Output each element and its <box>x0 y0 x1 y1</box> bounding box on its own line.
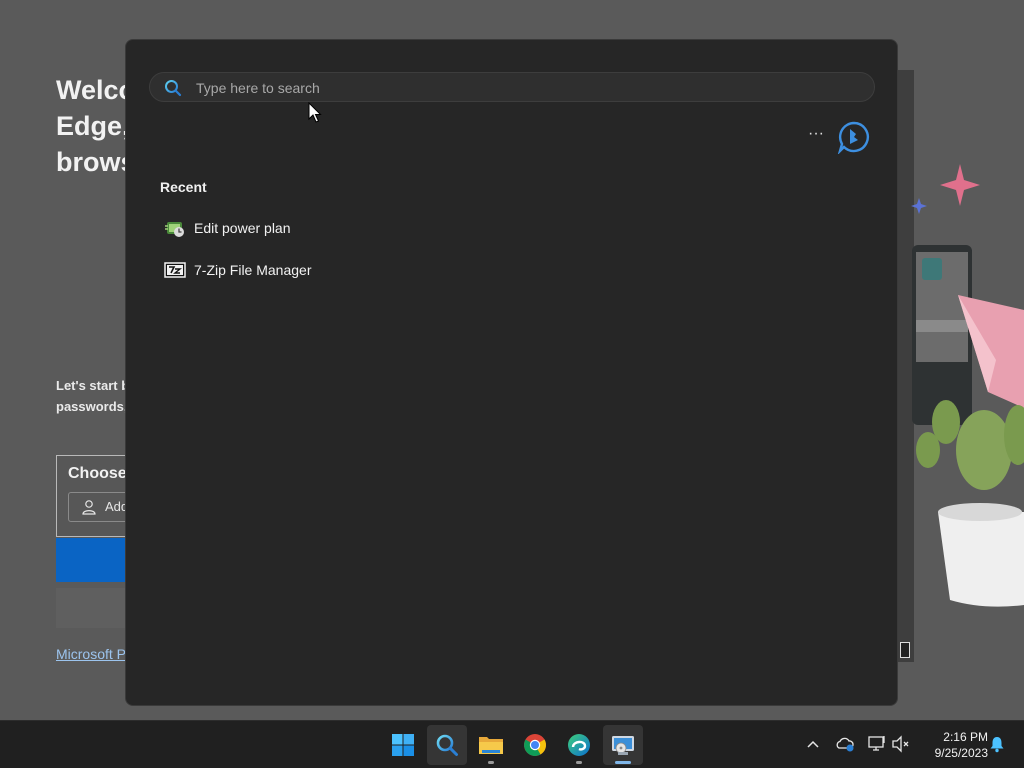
search-input[interactable] <box>194 73 858 103</box>
notifications-button[interactable] <box>985 731 1009 757</box>
running-indicator <box>488 761 494 764</box>
start-button[interactable] <box>383 725 423 765</box>
welcome-illustration <box>911 164 1024 607</box>
active-indicator <box>615 761 631 764</box>
volume-muted-icon <box>892 735 909 753</box>
welcome-heading: Welcome to Microsoft Edge, browser <box>56 72 126 180</box>
folder-icon <box>479 737 503 754</box>
recent-list: Edit power plan 7-Zip File Manager <box>160 207 460 291</box>
clock-date: 9/25/2023 <box>934 746 988 760</box>
privacy-link[interactable]: Microsoft Privacy <box>56 646 126 662</box>
power-plan-icon <box>164 217 186 239</box>
search-icon <box>436 734 458 756</box>
description-line-2: passwords, <box>56 399 126 414</box>
welcome-description: Let's start by passwords, <box>56 375 126 417</box>
recent-item-7zip[interactable]: 7-Zip File Manager <box>160 249 460 291</box>
show-hidden-icons-button[interactable] <box>801 731 825 757</box>
search-icon <box>165 80 182 97</box>
bing-chat-button[interactable] <box>837 120 871 156</box>
recent-item-label: 7-Zip File Manager <box>194 262 312 278</box>
chevron-up-icon <box>807 740 819 748</box>
chrome-icon <box>524 734 546 756</box>
mouse-cursor-icon <box>308 102 322 123</box>
primary-button[interactable] <box>56 538 126 582</box>
welcome-line-1: Welcome to Microsoft <box>56 75 126 105</box>
taskbar-clock[interactable]: 2:16 PM 9/25/2023 <box>916 729 988 761</box>
taskbar-search-button[interactable] <box>427 725 467 765</box>
clock-time: 2:16 PM <box>943 730 988 744</box>
user-icon <box>82 500 96 515</box>
welcome-line-2: Edge, <box>56 111 126 141</box>
more-options-button[interactable]: ··· <box>804 124 828 148</box>
volume-tray-button[interactable] <box>889 731 913 757</box>
bing-icon <box>837 121 869 156</box>
secondary-button[interactable] <box>56 588 126 628</box>
recent-item-edit-power-plan[interactable]: Edit power plan <box>160 207 460 249</box>
running-indicator <box>576 761 582 764</box>
onedrive-icon <box>836 737 854 752</box>
taskbar: 2:16 PM 9/25/2023 <box>0 720 1024 768</box>
recent-item-label: Edit power plan <box>194 220 291 236</box>
edge-button[interactable] <box>559 725 599 765</box>
bell-icon <box>990 737 1004 753</box>
windows-logo-icon <box>392 734 414 756</box>
network-tray-button[interactable] <box>865 731 889 757</box>
description-line-1: Let's start by <box>56 378 126 393</box>
search-box[interactable] <box>149 72 875 103</box>
7zip-icon <box>164 259 186 281</box>
installer-icon <box>612 736 634 755</box>
search-flyout: ··· Recent Edit power plan <box>125 39 898 706</box>
window-fragment <box>900 642 910 658</box>
recent-heading: Recent <box>160 179 207 195</box>
edge-icon <box>568 734 590 756</box>
file-explorer-button[interactable] <box>471 725 511 765</box>
installer-button[interactable] <box>603 725 643 765</box>
onedrive-tray-button[interactable] <box>833 731 857 757</box>
chrome-button[interactable] <box>515 725 555 765</box>
network-icon <box>868 736 885 751</box>
welcome-line-3: browser <box>56 147 126 177</box>
profile-card-title: Choose <box>68 465 127 482</box>
